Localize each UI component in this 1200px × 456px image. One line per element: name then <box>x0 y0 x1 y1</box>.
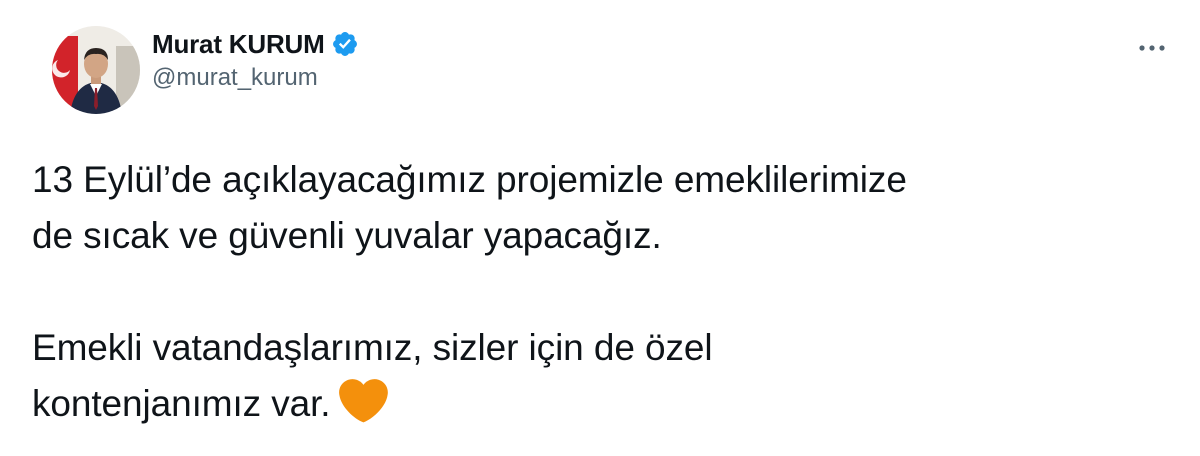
author-handle[interactable]: @murat_kurum <box>152 64 359 92</box>
author-names: Murat KURUM @murat_kurum <box>152 26 359 92</box>
tweet-line: de sıcak ve güvenli yuvalar yapacağız. <box>32 215 662 256</box>
avatar[interactable] <box>52 26 140 114</box>
tweet-line: kontenjanımız var. <box>32 383 331 424</box>
tweet-line-last: kontenjanımız var. <box>32 376 1172 432</box>
display-name-row: Murat KURUM <box>152 26 359 62</box>
tweet-paragraph-2: Emekli vatandaşlarımız, sizler için de ö… <box>32 320 1172 432</box>
tweet-line: Emekli vatandaşlarımız, sizler için de ö… <box>32 327 713 368</box>
more-horizontal-icon[interactable] <box>1132 38 1172 58</box>
orange-heart-icon <box>338 379 389 425</box>
tweet-text: 13 Eylül’de açıklayacağımız projemizle e… <box>32 152 1172 432</box>
tweet-line: 13 Eylül’de açıklayacağımız projemizle e… <box>32 159 907 200</box>
avatar-image <box>52 26 140 114</box>
tweet-paragraph-1: 13 Eylül’de açıklayacağımız projemizle e… <box>32 152 1172 264</box>
verified-badge-icon <box>331 30 359 58</box>
display-name[interactable]: Murat KURUM <box>152 29 325 60</box>
tweet-header: Murat KURUM @murat_kurum <box>40 16 1180 116</box>
tweet-card: Murat KURUM @murat_kurum 13 Eylül’de açı… <box>0 0 1200 456</box>
